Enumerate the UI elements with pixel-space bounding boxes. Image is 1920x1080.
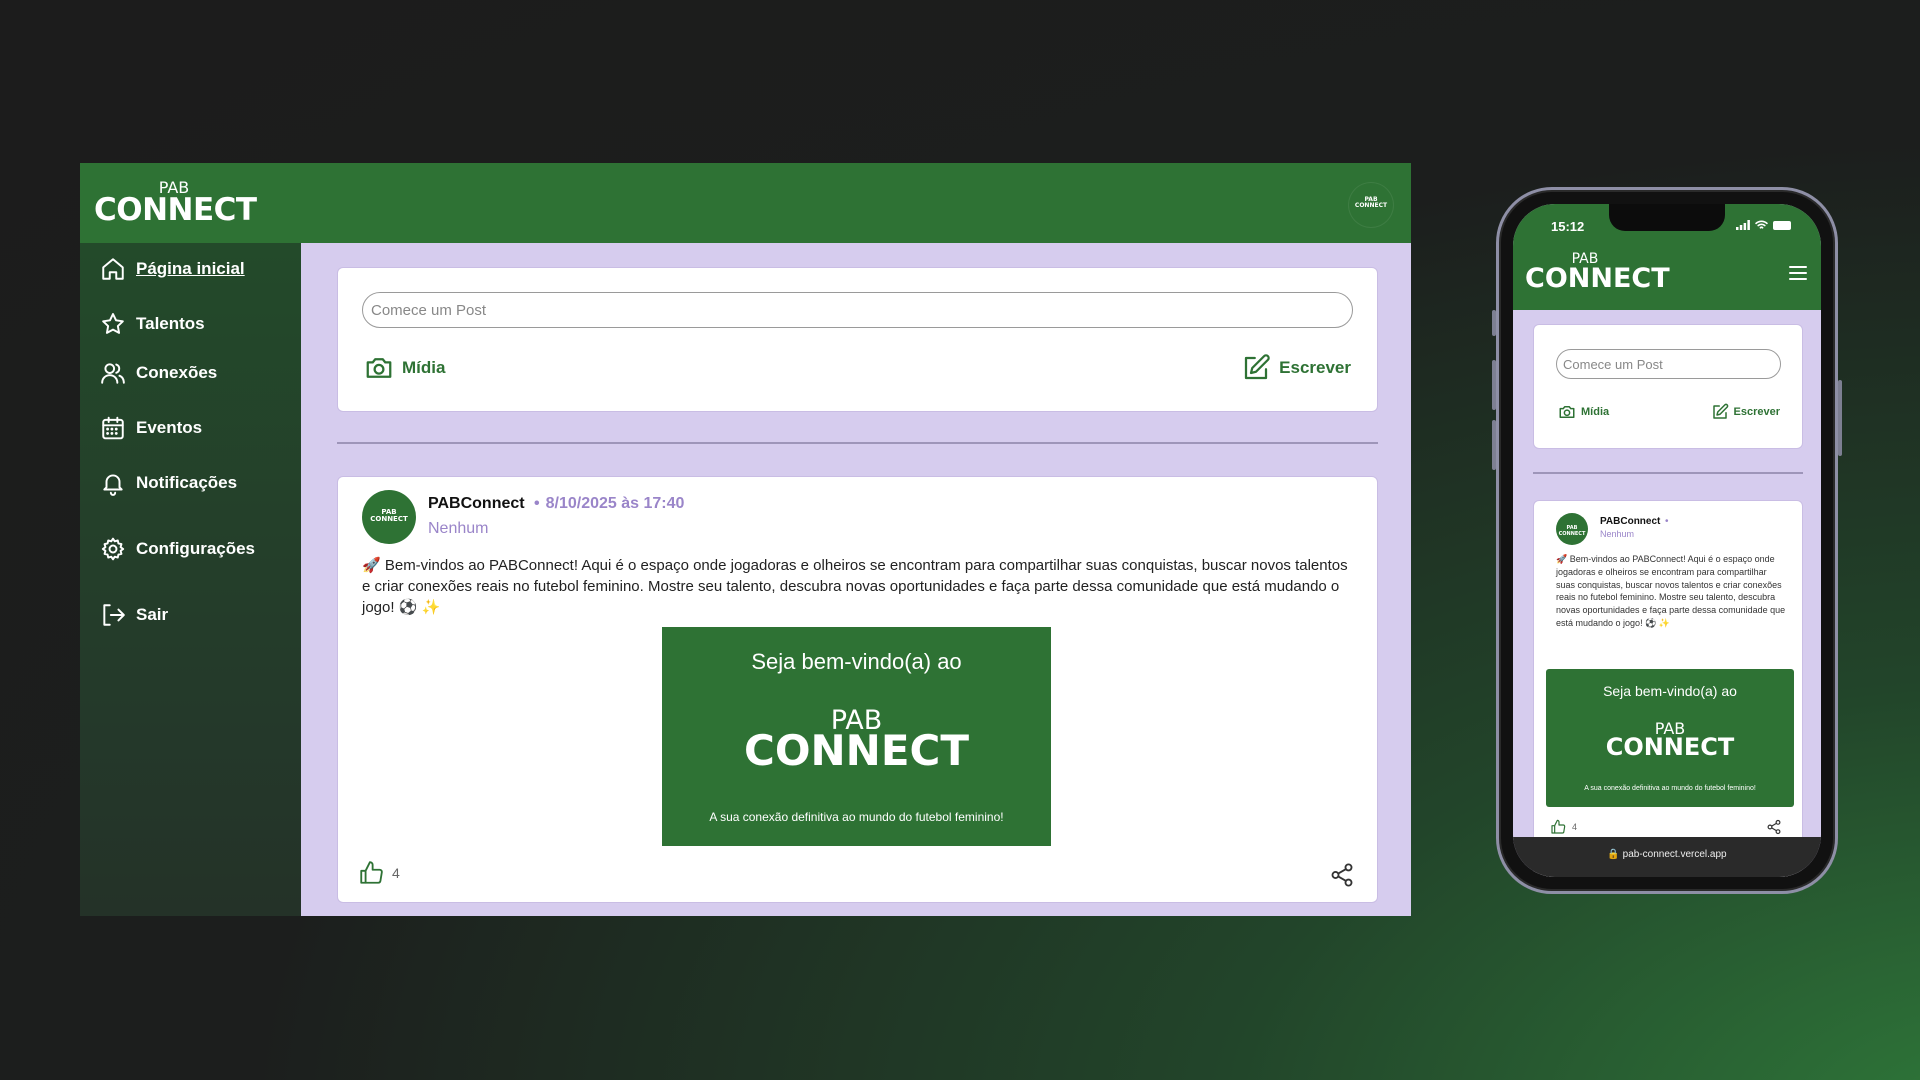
like-button[interactable]: 4 — [1550, 819, 1577, 835]
sidebar-item-connections[interactable]: Conexões — [100, 358, 217, 388]
phone-screen: 15:12 PAB CONNECT Mídia Escrever — [1513, 204, 1821, 877]
image-tagline: A sua conexão definitiva ao mundo do fut… — [709, 810, 1004, 824]
media-label: Mídia — [402, 358, 446, 377]
mobile-feed-post: PAB CONNECT PABConnect • Nenhum 🚀 Bem-vi… — [1533, 500, 1803, 877]
share-icon[interactable] — [1329, 862, 1355, 888]
thumbs-up-icon — [1551, 819, 1566, 834]
write-label: Escrever — [1279, 358, 1351, 377]
mobile-header: PAB CONNECT — [1513, 242, 1821, 310]
post-date-value: 8/10/2025 às 17:40 — [545, 495, 685, 512]
sidebar-item-logout[interactable]: Sair — [100, 600, 168, 630]
mobile-media-button[interactable]: Mídia — [1558, 403, 1609, 421]
post-date: • 8/10/2025 às 17:40 — [534, 495, 684, 513]
post-author-role: Nenhum — [1600, 529, 1635, 539]
star-icon — [102, 313, 124, 334]
status-bar: 15:12 — [1513, 204, 1821, 242]
phone-side-button — [1492, 420, 1496, 470]
write-button[interactable]: Escrever — [1241, 353, 1351, 383]
calendar-icon — [102, 416, 124, 440]
home-icon — [102, 258, 124, 280]
sidebar-item-label: Conexões — [136, 363, 218, 382]
media-button[interactable]: Mídia — [364, 353, 445, 383]
mobile-write-button[interactable]: Escrever — [1711, 403, 1781, 421]
sidebar-item-label: Página inicial — [136, 259, 245, 278]
status-icons — [1736, 220, 1791, 230]
sidebar-item-label: Notificações — [136, 473, 238, 492]
like-button[interactable]: 4 — [358, 860, 400, 886]
edit-icon — [1245, 354, 1270, 380]
thumbs-up-icon — [360, 861, 383, 884]
share-icon[interactable] — [1766, 819, 1782, 835]
bell-icon — [103, 474, 123, 496]
logo-connect: CONNECT — [94, 192, 257, 228]
phone-side-button — [1492, 360, 1496, 410]
separator-dot: • — [534, 495, 540, 512]
post-body: 🚀 Bem-vindos ao PABConnect! Aqui é o esp… — [362, 557, 1348, 616]
image-welcome-text: Seja bem-vindo(a) ao — [1603, 683, 1737, 699]
sidebar-item-label: Eventos — [136, 418, 203, 437]
mobile-post-input[interactable] — [1556, 349, 1781, 379]
sidebar-item-label: Talentos — [136, 314, 205, 333]
menu-icon[interactable] — [1789, 266, 1807, 284]
sidebar-item-talents[interactable]: Talentos — [100, 309, 205, 339]
like-count: 4 — [1572, 822, 1578, 832]
post-author-avatar[interactable]: PAB CONNECT — [1556, 513, 1588, 545]
post-author-role: Nenhum — [428, 520, 489, 537]
separator-dot: • — [1665, 516, 1669, 527]
mobile-post-composer: Mídia Escrever — [1533, 324, 1803, 449]
post-author-name[interactable]: PABConnect — [428, 495, 525, 513]
camera-icon — [366, 358, 392, 378]
mobile-feed-divider — [1533, 472, 1803, 474]
sidebar-item-home[interactable]: Página inicial — [100, 254, 245, 284]
phone-notch — [1609, 204, 1725, 231]
sidebar-item-settings[interactable]: Configurações — [100, 534, 255, 564]
wifi-icon — [1755, 220, 1768, 229]
logout-icon — [103, 604, 125, 626]
image-logo-connect: CONNECT — [744, 726, 969, 775]
write-label: Escrever — [1733, 406, 1781, 418]
image-tagline: A sua conexão definitiva ao mundo do fut… — [1584, 785, 1756, 792]
image-welcome-text: Seja bem-vindo(a) ao — [751, 649, 962, 674]
image-logo-connect: CONNECT — [1605, 733, 1735, 761]
battery-icon — [1773, 220, 1791, 230]
sidebar-item-events[interactable]: Eventos — [100, 413, 202, 443]
status-time: 15:12 — [1551, 219, 1585, 234]
feed-post: PAB CONNECT PABConnect • 8/10/2025 às 17:… — [337, 476, 1378, 903]
sidebar-item-label: Configurações — [136, 539, 256, 558]
post-image[interactable]: Seja bem-vindo(a) ao PAB CONNECT A sua c… — [662, 627, 1051, 846]
sidebar-item-label: Sair — [136, 605, 169, 624]
app-logo[interactable]: PAB CONNECT — [94, 180, 257, 228]
gear-icon — [101, 537, 125, 561]
post-input[interactable] — [362, 292, 1353, 328]
like-count: 4 — [392, 865, 400, 881]
sidebar-item-notifications[interactable]: Notificações — [100, 468, 237, 498]
post-author-avatar[interactable]: PAB CONNECT — [362, 490, 416, 544]
top-header: PAB CONNECT PAB CONNECT — [80, 163, 1411, 243]
sidebar: Página inicial Talentos Conexões Eventos… — [80, 243, 301, 916]
mobile-app-logo[interactable]: PAB CONNECT — [1525, 252, 1670, 294]
browser-url-bar[interactable]: 🔒 pab-connect.vercel.app — [1513, 837, 1821, 877]
logo-connect: CONNECT — [1525, 263, 1670, 294]
users-icon — [101, 363, 125, 384]
camera-icon — [1559, 406, 1575, 418]
post-composer: Mídia Escrever — [337, 267, 1378, 412]
desktop-app-window: PAB CONNECT PAB CONNECT Página inicial T… — [80, 163, 1411, 916]
url-text: 🔒 pab-connect.vercel.app — [1607, 849, 1727, 860]
phone-mockup: 15:12 PAB CONNECT Mídia Escrever — [1492, 187, 1842, 894]
post-body: 🚀 Bem-vindos ao PABConnect! Aqui é o esp… — [1556, 554, 1786, 628]
feed-divider — [337, 442, 1378, 444]
user-avatar[interactable]: PAB CONNECT — [1349, 183, 1393, 227]
signal-icon — [1736, 220, 1750, 230]
phone-side-button — [1838, 380, 1842, 456]
post-author-name[interactable]: PABConnect — [1600, 516, 1660, 527]
edit-icon — [1712, 403, 1728, 419]
post-image[interactable]: Seja bem-vindo(a) ao PAB CONNECT A sua c… — [1546, 669, 1794, 807]
media-label: Mídia — [1581, 406, 1610, 418]
phone-side-button — [1492, 310, 1496, 336]
